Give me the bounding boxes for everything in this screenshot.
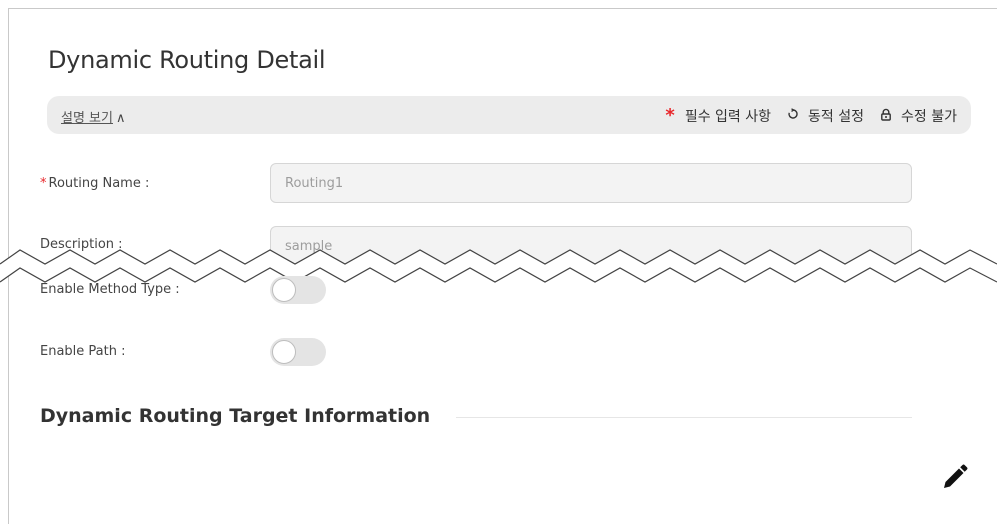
description-value: sample [285,239,333,254]
enable-method-type-label: Enable Method Type : [40,282,180,297]
description-field[interactable]: sample [270,226,912,268]
routing-name-field[interactable]: Routing1 [270,163,912,203]
routing-name-label: * Routing Name : [40,176,150,191]
refresh-icon [787,108,799,124]
legend-locked-label: 수정 불가 [901,109,957,125]
legend: * 필수 입력 사항 동적 설정 수정 불가 [665,106,957,126]
lock-icon [880,108,892,125]
resize-handle[interactable] [892,250,908,266]
toggle-knob [272,278,296,302]
info-bar: 설명 보기 ∧ * 필수 입력 사항 동적 설정 수정 불가 [47,96,971,134]
required-star-icon: * [40,176,47,191]
toggle-knob [272,340,296,364]
section-divider [456,417,912,418]
enable-path-toggle[interactable] [270,338,326,366]
show-description-label: 설명 보기 [61,111,113,126]
show-description-toggle[interactable]: 설명 보기 ∧ [61,107,126,126]
enable-method-type-toggle[interactable] [270,276,326,304]
required-star-icon: * [665,105,675,126]
description-label: Description : [40,237,123,252]
legend-required-label: 필수 입력 사항 [684,109,772,125]
page-title: Dynamic Routing Detail [48,46,326,74]
section-title: Dynamic Routing Target Information [40,405,431,427]
pencil-icon [944,464,968,488]
routing-name-value: Routing1 [285,175,344,191]
enable-path-label: Enable Path : [40,344,126,359]
chevron-up-icon: ∧ [115,111,126,126]
edit-button[interactable] [938,462,970,494]
legend-dynamic-label: 동적 설정 [808,109,865,125]
